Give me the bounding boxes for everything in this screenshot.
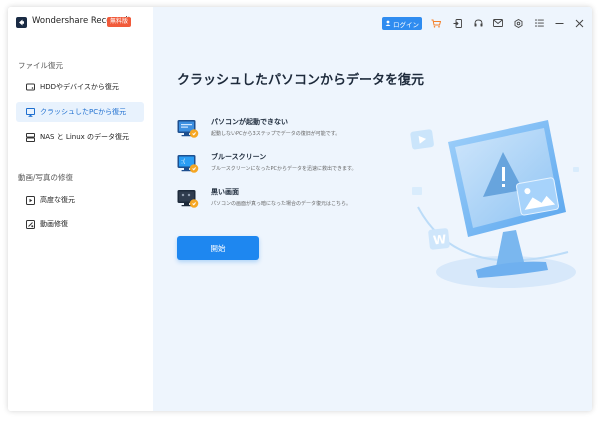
headset-icon[interactable] <box>471 16 485 30</box>
svg-text::(: :( <box>181 159 185 166</box>
feature-description: ブルースクリーンになったPCからデータを迅速に救出できます。 <box>211 166 357 172</box>
sidebar-item-label: クラッシュしたPCから復元 <box>40 108 127 116</box>
section-label-file-recovery: ファイル復元 <box>18 61 63 70</box>
feature-blue-screen: :( ブルースクリーン ブルースクリーンになったPCからデータを迅速に救出できま… <box>177 152 407 182</box>
feature-pc-no-boot: パソコンが起動できない 起動しないPCから3ステップでデータの復旧が可能です。 <box>177 117 407 147</box>
nas-icon <box>26 132 35 142</box>
video-icon <box>26 195 35 205</box>
sidebar-item-video-repair[interactable]: 動画修復 <box>16 214 144 234</box>
monitor-icon <box>26 107 35 117</box>
import-icon[interactable] <box>450 16 464 30</box>
minimize-icon[interactable] <box>552 16 566 30</box>
mail-icon[interactable] <box>491 16 505 30</box>
start-button[interactable]: 開始 <box>177 236 259 260</box>
title-bar: Wondershare Recoverit 無料版 ログイン <box>8 7 592 39</box>
page-title: クラッシュしたパソコンからデータを復元 <box>177 73 425 88</box>
menu-icon[interactable] <box>532 16 546 30</box>
edition-badge: 無料版 <box>107 17 132 27</box>
blue-screen-icon: :( <box>177 155 199 173</box>
feature-title: 黒い画面 <box>211 188 239 196</box>
feature-title: ブルースクリーン <box>211 153 267 161</box>
sidebar-item-nas-linux[interactable]: NAS と Linux のデータ復元 <box>16 127 144 147</box>
sidebar-item-label: NAS と Linux のデータ復元 <box>40 133 130 141</box>
settings-icon[interactable] <box>511 16 525 30</box>
user-icon <box>385 20 391 28</box>
sidebar: ファイル復元 HDDやデバイスから復元 クラッシュしたPCから復元 NAS と … <box>8 7 153 411</box>
sidebar-item-advanced-recovery[interactable]: 高度な復元 <box>16 190 144 210</box>
sidebar-item-label: 動画修復 <box>40 220 68 228</box>
section-label-video-photo-repair: 動画/写真の修復 <box>18 173 74 182</box>
close-icon[interactable] <box>572 16 586 30</box>
feature-description: パソコンの画面が真っ暗になった場合のデータ復元はこちら。 <box>211 201 352 207</box>
crashed-pc-illustration: W <box>410 120 579 288</box>
feature-black-screen: 黒い画面 パソコンの画面が真っ暗になった場合のデータ復元はこちら。 <box>177 187 407 217</box>
feature-title: パソコンが起動できない <box>211 118 288 126</box>
cart-icon[interactable] <box>429 16 443 30</box>
login-button[interactable]: ログイン <box>382 17 422 30</box>
hdd-icon <box>26 83 35 92</box>
black-screen-icon <box>177 190 199 208</box>
sidebar-item-crashed-pc[interactable]: クラッシュしたPCから復元 <box>16 102 144 122</box>
login-label: ログイン <box>393 20 419 29</box>
sidebar-item-label: HDDやデバイスから復元 <box>40 83 119 91</box>
pc-no-boot-icon <box>177 120 199 138</box>
main-panel: クラッシュしたパソコンからデータを復元 パソコンが起動できない 起動しないPCか… <box>153 7 592 411</box>
sidebar-item-hdd[interactable]: HDDやデバイスから復元 <box>16 77 144 97</box>
app-window: ファイル復元 HDDやデバイスから復元 クラッシュしたPCから復元 NAS と … <box>8 7 592 411</box>
video-repair-icon <box>26 219 35 229</box>
svg-text:W: W <box>432 232 447 247</box>
sidebar-item-label: 高度な復元 <box>40 196 75 204</box>
app-logo-icon <box>16 17 27 28</box>
feature-description: 起動しないPCから3ステップでデータの復旧が可能です。 <box>211 131 341 137</box>
